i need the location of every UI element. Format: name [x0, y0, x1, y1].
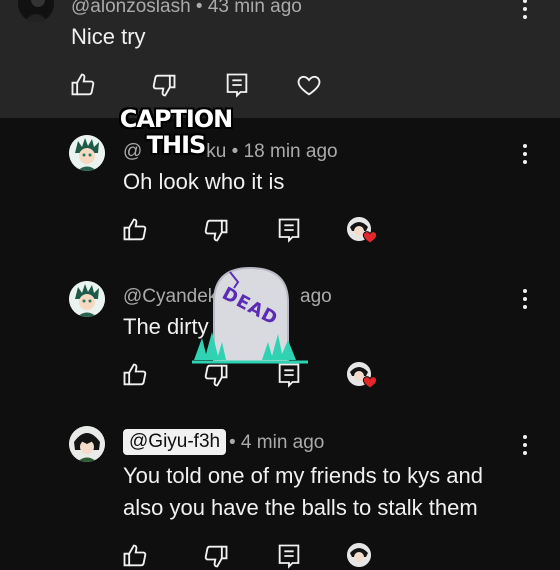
dislike-icon[interactable] [202, 542, 230, 570]
reply-icon[interactable] [275, 542, 303, 570]
avatar[interactable] [69, 135, 105, 171]
comment-text-line2: also you have the balls to stalk them [123, 495, 478, 520]
more-vert-icon[interactable] [521, 288, 529, 310]
like-icon[interactable] [69, 71, 97, 99]
more-vert-icon[interactable] [521, 0, 529, 20]
comment-text: Oh look who it is [123, 169, 285, 194]
caption-line2: THIS [146, 131, 207, 159]
like-icon[interactable] [121, 361, 149, 389]
comment-meta: @alonzoslash • 43 min ago [71, 0, 302, 18]
dislike-icon[interactable] [202, 216, 230, 244]
avatar[interactable] [69, 426, 105, 462]
reply-icon[interactable] [275, 216, 303, 244]
comment-time: • 18 min ago [231, 141, 338, 162]
avatar[interactable] [69, 281, 105, 317]
creator-avatar [347, 543, 371, 567]
caption-line1: CAPTION [119, 105, 234, 133]
like-icon[interactable] [121, 216, 149, 244]
comment-handle[interactable]: @Giyu-f3h [123, 429, 227, 455]
dead-tombstone-sticker: DEAD [192, 262, 308, 366]
comment-text: Nice try [71, 24, 146, 49]
comment-time: • 43 min ago [195, 0, 302, 17]
heart-icon[interactable] [295, 71, 323, 99]
comment-handle[interactable]: @alonzoslash [71, 0, 191, 17]
reply-icon[interactable] [223, 71, 251, 99]
creator-heart-icon [362, 229, 378, 245]
comment-text-line1: You told one of my friends to kys and [123, 463, 483, 488]
more-vert-icon[interactable] [521, 434, 529, 456]
comment-time: • 4 min ago [229, 432, 325, 453]
dislike-icon[interactable] [150, 71, 178, 99]
like-icon[interactable] [121, 542, 149, 570]
more-vert-icon[interactable] [521, 143, 529, 165]
caption-this-sticker: CAPTION THIS [116, 106, 236, 158]
creator-heart-icon [362, 374, 378, 390]
